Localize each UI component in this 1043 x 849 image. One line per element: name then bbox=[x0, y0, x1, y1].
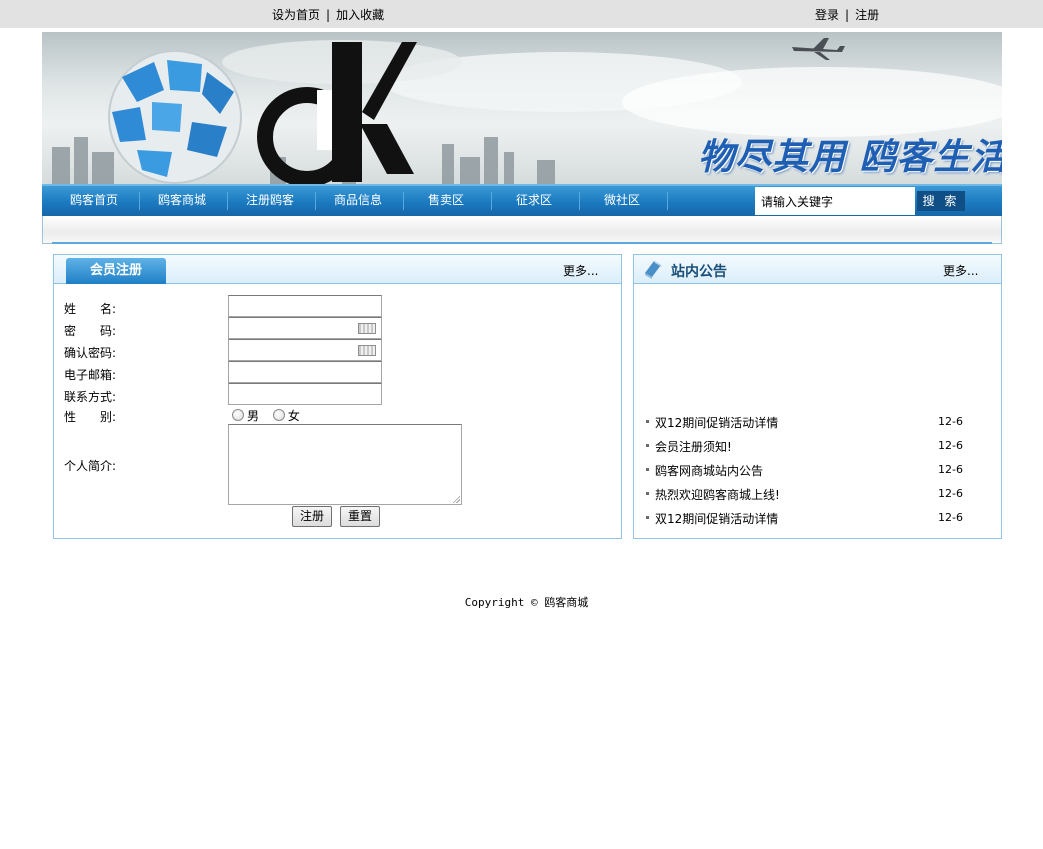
notice-date: 12-6 bbox=[938, 463, 963, 476]
footer-copyright: Copyright © 鸥客商城 bbox=[464, 596, 589, 609]
contact-label: 联系方式: bbox=[64, 390, 117, 404]
add-favorite-link[interactable]: 加入收藏 bbox=[336, 8, 384, 22]
list-item[interactable]: 会员注册须知! 12-6 bbox=[646, 436, 986, 460]
banner-slogan: 物尽其用 鸥客生活 bbox=[698, 137, 1002, 178]
list-item[interactable]: 鸥客网商城站内公告 12-6 bbox=[646, 460, 986, 484]
nav-item-community[interactable]: 微社区 bbox=[578, 191, 666, 208]
top-separator: | bbox=[845, 8, 850, 22]
name-field[interactable] bbox=[228, 295, 382, 317]
confirm-password-label: 确认密码: bbox=[64, 346, 117, 360]
nav-item-register[interactable]: 注册鸥客 bbox=[226, 191, 314, 208]
nav-item-wanted[interactable]: 征求区 bbox=[490, 191, 578, 208]
keyboard-icon[interactable] bbox=[358, 323, 376, 334]
top-separator: | bbox=[326, 8, 331, 22]
notice-panel-header: 站内公告 更多... bbox=[634, 255, 1001, 284]
gender-label: 性 别: bbox=[64, 410, 117, 424]
list-item[interactable]: 双12期间促销活动详情 12-6 bbox=[646, 508, 986, 532]
top-bar: 设为首页 | 加入收藏 登录 | 注册 bbox=[0, 0, 1043, 28]
notice-title[interactable]: 鸥客网商城站内公告 bbox=[655, 462, 763, 479]
top-left-links: 设为首页 | 加入收藏 bbox=[272, 6, 384, 23]
notice-title[interactable]: 热烈欢迎鸥客商城上线! bbox=[655, 486, 780, 503]
bullet-icon bbox=[646, 444, 649, 447]
globe-logo-icon bbox=[108, 50, 242, 184]
nav-item-sell[interactable]: 售卖区 bbox=[402, 191, 490, 208]
bullet-icon bbox=[646, 468, 649, 471]
password-field[interactable] bbox=[228, 317, 382, 339]
notice-date: 12-6 bbox=[938, 415, 963, 428]
email-label: 电子邮箱: bbox=[64, 368, 117, 382]
notice-book-icon bbox=[645, 261, 662, 279]
notice-date: 12-6 bbox=[938, 511, 963, 524]
bullet-icon bbox=[646, 420, 649, 423]
submit-button[interactable]: 注册 bbox=[292, 506, 333, 527]
gender-male-label: 男 bbox=[247, 409, 260, 423]
header-banner: 物尽其用 鸥客生活 bbox=[42, 32, 1002, 184]
bio-label: 个人简介: bbox=[64, 459, 117, 473]
gender-male-radio[interactable] bbox=[232, 409, 244, 421]
list-item[interactable]: 双12期间促销活动详情 12-6 bbox=[646, 412, 986, 436]
main-nav: 鸥客首页 鸥客商城 注册鸥客 商品信息 售卖区 征求区 微社区 搜 索 bbox=[42, 184, 1002, 216]
register-panel: 会员注册 更多... 姓 名: 密 码: 确认密码: 电子邮箱: 联系方式: 性… bbox=[53, 254, 622, 539]
notice-date: 12-6 bbox=[938, 487, 963, 500]
list-item[interactable]: 热烈欢迎鸥客商城上线! 12-6 bbox=[646, 484, 986, 508]
notice-title[interactable]: 双12期间促销活动详情 bbox=[655, 414, 778, 431]
notice-panel: 站内公告 更多... 双12期间促销活动详情 12-6 会员注册须知! 12-6… bbox=[633, 254, 1002, 539]
search-button[interactable]: 搜 索 bbox=[917, 191, 965, 211]
search-input[interactable] bbox=[755, 187, 915, 215]
notice-date: 12-6 bbox=[938, 439, 963, 452]
notice-list: 双12期间促销活动详情 12-6 会员注册须知! 12-6 鸥客网商城站内公告 … bbox=[646, 412, 986, 532]
register-link[interactable]: 注册 bbox=[855, 8, 879, 22]
nav-item-mall[interactable]: 鸥客商城 bbox=[138, 191, 226, 208]
gender-female-label: 女 bbox=[287, 409, 300, 423]
login-link[interactable]: 登录 bbox=[815, 8, 839, 22]
register-panel-header: 会员注册 更多... bbox=[54, 255, 621, 284]
notice-more-link[interactable]: 更多... bbox=[943, 262, 978, 279]
bullet-icon bbox=[646, 516, 649, 519]
reset-button[interactable]: 重置 bbox=[340, 506, 381, 527]
gender-radio-group: 男 女 bbox=[232, 407, 310, 424]
password-label: 密 码: bbox=[64, 324, 117, 338]
register-panel-title: 会员注册 bbox=[66, 258, 166, 284]
notice-title[interactable]: 双12期间促销活动详情 bbox=[655, 510, 778, 527]
email-field[interactable] bbox=[228, 361, 382, 383]
bio-textarea[interactable] bbox=[228, 424, 462, 505]
nav-item-home[interactable]: 鸥客首页 bbox=[50, 191, 138, 208]
register-more-link[interactable]: 更多... bbox=[563, 262, 598, 279]
notice-title[interactable]: 会员注册须知! bbox=[655, 438, 732, 455]
keyboard-icon[interactable] bbox=[358, 345, 376, 356]
confirm-password-field[interactable] bbox=[228, 339, 382, 361]
sub-nav-bar bbox=[42, 216, 1002, 244]
airplane-icon bbox=[792, 38, 845, 60]
gender-female-radio[interactable] bbox=[272, 409, 285, 421]
contact-field[interactable] bbox=[228, 383, 382, 405]
nav-divider bbox=[667, 192, 668, 210]
resize-grip-icon[interactable] bbox=[452, 495, 460, 503]
set-home-link[interactable]: 设为首页 bbox=[272, 8, 320, 22]
bullet-icon bbox=[646, 492, 649, 495]
nav-item-products[interactable]: 商品信息 bbox=[314, 191, 402, 208]
notice-panel-title: 站内公告 bbox=[671, 264, 727, 280]
name-label: 姓 名: bbox=[64, 302, 117, 316]
divider bbox=[52, 242, 992, 244]
top-right-links: 登录 | 注册 bbox=[815, 6, 879, 23]
